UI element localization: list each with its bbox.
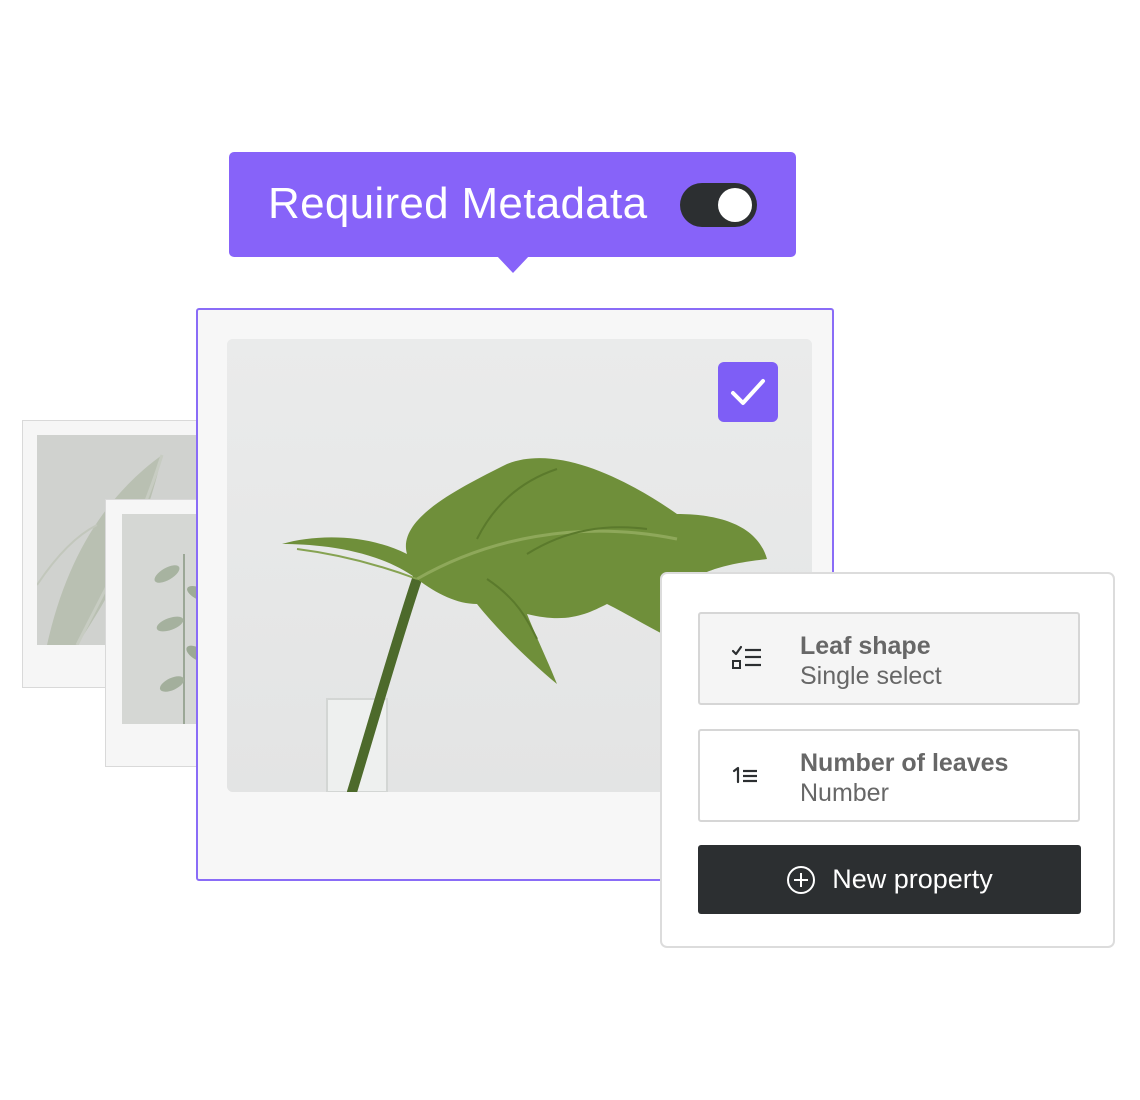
property-title: Leaf shape	[800, 632, 931, 660]
new-property-button[interactable]: New property	[698, 845, 1081, 914]
property-title: Number of leaves	[800, 749, 1009, 777]
new-property-label: New property	[832, 864, 993, 894]
banner-pointer	[496, 255, 530, 273]
banner-title: Required Metadata	[268, 179, 648, 228]
required-metadata-toggle[interactable]	[680, 183, 757, 227]
property-number-of-leaves[interactable]: Number of leaves Number	[698, 729, 1080, 822]
required-metadata-banner: Required Metadata	[229, 152, 796, 257]
checklist-icon	[731, 645, 761, 669]
checkmark-icon	[731, 379, 765, 405]
plus-circle-icon	[787, 865, 816, 894]
property-leaf-shape[interactable]: Leaf shape Single select	[698, 612, 1080, 705]
selected-checkbox[interactable]	[718, 362, 778, 422]
numbered-list-icon	[732, 766, 757, 784]
property-type: Single select	[800, 662, 942, 690]
metadata-properties-panel: Leaf shape Single select Number of leave…	[660, 572, 1115, 948]
toggle-knob	[718, 188, 752, 222]
property-type: Number	[800, 779, 889, 807]
